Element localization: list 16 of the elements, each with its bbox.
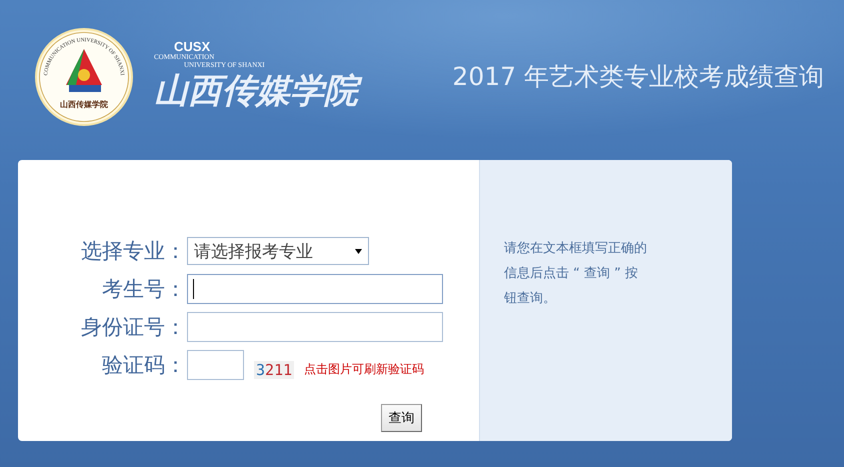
page-title: 2017 年艺术类专业校考成绩查询 [452, 60, 825, 92]
captcha-image[interactable]: 3211 [254, 361, 294, 379]
query-button[interactable]: 查询 [381, 404, 422, 432]
input-field[interactable] [187, 312, 443, 342]
caret-icon [355, 248, 362, 254]
field-label: 选择专业： [80, 238, 186, 265]
field-label: 考生号： [101, 276, 186, 303]
chinese-name: 山西传媒学院 [154, 69, 368, 113]
abbreviation: CUSX [174, 41, 212, 53]
field-label: 身份证号： [80, 314, 186, 341]
major-select[interactable]: 请选择报考专业 [187, 237, 369, 265]
input-field[interactable] [187, 274, 443, 304]
captcha-field[interactable] [187, 350, 244, 380]
help-text: 请您在文本框填写正确的信息后点击 “ 查询 ” 按钮查询。 [504, 240, 648, 308]
field-label: 验证码： [101, 352, 186, 379]
captcha-hint: 点击图片可刷新验证码 [304, 360, 424, 378]
